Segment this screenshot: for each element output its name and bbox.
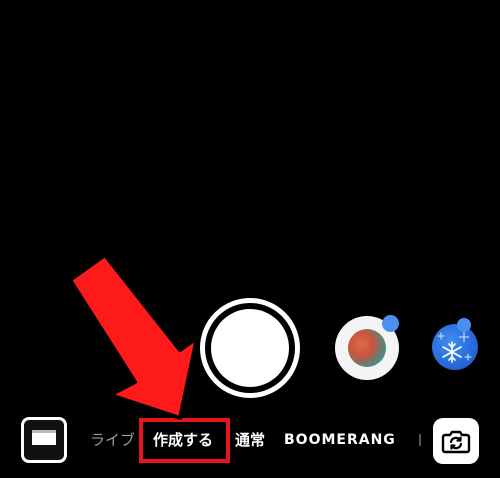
- new-effect-badge: [382, 315, 399, 332]
- new-effect-badge: [457, 318, 471, 332]
- camera-flip-icon: [441, 430, 471, 454]
- mode-normal[interactable]: 通常: [235, 430, 265, 450]
- snowflake-filter-icon: [437, 331, 472, 363]
- thumbnail-card: [32, 433, 56, 445]
- shutter-inner: [211, 309, 289, 387]
- shutter-button[interactable]: [200, 298, 300, 398]
- color-filter-icon: [348, 329, 386, 367]
- mode-boomerang[interactable]: BOOMERANG: [284, 430, 396, 450]
- mode-live[interactable]: ライブ: [90, 430, 135, 450]
- effect-thumbnail-snow[interactable]: [432, 324, 478, 370]
- camera-screen: ライブ 作成する 通常 BOOMERANG: [0, 0, 500, 478]
- camera-flip-button[interactable]: [433, 418, 479, 464]
- mode-divider: [419, 434, 421, 446]
- red-arrow-icon: [68, 253, 199, 420]
